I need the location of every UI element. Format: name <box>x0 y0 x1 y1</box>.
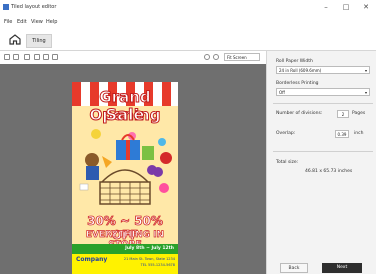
poster-date-bar: July 8th ~ July 12th <box>72 244 178 254</box>
poster-illustration <box>79 129 172 205</box>
window-title: Tiled layout editor <box>11 4 57 10</box>
app-icon <box>3 4 9 10</box>
toolbar: Fit Screen <box>0 51 266 63</box>
menu-file[interactable]: File <box>4 19 12 25</box>
menu-help[interactable]: Help <box>46 19 57 25</box>
poster-address: 21 Main St. Town, State 1234 <box>123 257 175 261</box>
poster-tel: TEL 555-1234-5678 <box>140 263 175 267</box>
menu-edit[interactable]: Edit <box>17 19 27 25</box>
back-button[interactable]: Back <box>280 263 308 273</box>
poster-company: Company <box>76 256 108 263</box>
chevron-down-icon: ▾ <box>364 68 367 73</box>
rotate-icon[interactable] <box>24 54 30 60</box>
flip-icon[interactable] <box>34 54 40 60</box>
divider <box>273 151 373 152</box>
divisions-label: Number of divisions: <box>276 111 323 116</box>
undo-icon[interactable] <box>4 54 10 60</box>
total-size-value: 46.81 x 65.73 inches <box>305 169 353 174</box>
divisions-unit: Pages <box>352 111 366 116</box>
menu-view[interactable]: View <box>31 19 43 25</box>
next-button[interactable]: Next <box>322 263 362 273</box>
minimize-button[interactable]: – <box>318 2 334 12</box>
poster-preview: Grand Opening Sale 30% ~ 50% OFF EVERYTH… <box>72 82 178 274</box>
poster-company-bar: Company 21 Main St. Town, State 1234 TEL… <box>72 254 178 274</box>
divider <box>273 103 373 104</box>
fit-icon[interactable] <box>52 54 58 60</box>
borderless-label: Borderless Printing <box>276 81 319 86</box>
divisions-stepper[interactable]: 2 <box>337 110 349 118</box>
borderless-select[interactable]: Off ▾ <box>276 88 370 96</box>
zoom-out-icon[interactable] <box>204 54 210 60</box>
maximize-button[interactable]: □ <box>338 2 354 12</box>
title-bar: Tiled layout editor – □ ✕ <box>0 0 376 16</box>
close-button[interactable]: ✕ <box>358 2 374 12</box>
borderless-value: Off <box>279 90 285 95</box>
tab-tiling[interactable]: Tiling <box>26 34 52 48</box>
redo-icon[interactable] <box>13 54 19 60</box>
poster-title-line2: Sale <box>105 105 145 125</box>
overlap-label: Overlap: <box>276 131 296 136</box>
overlap-unit: inch <box>354 131 364 136</box>
zoom-in-icon[interactable] <box>213 54 219 60</box>
total-size-label: Total size: <box>276 160 299 165</box>
tab-row: Tiling <box>0 27 376 51</box>
home-icon[interactable] <box>9 34 21 45</box>
roll-width-value: 24 in Roll (609.6mm) <box>279 68 322 73</box>
poster-dates: July 8th ~ July 12th <box>125 246 174 251</box>
menu-bar: File Edit View Help <box>0 16 376 27</box>
chevron-down-icon: ▾ <box>364 90 367 95</box>
crop-icon[interactable] <box>43 54 49 60</box>
preview-canvas[interactable]: Grand Opening Sale 30% ~ 50% OFF EVERYTH… <box>0 64 266 274</box>
overlap-stepper[interactable]: 0.39 <box>335 130 349 138</box>
roll-width-select[interactable]: 24 in Roll (609.6mm) ▾ <box>276 66 370 74</box>
zoom-select[interactable]: Fit Screen <box>224 53 260 61</box>
roll-width-label: Roll Paper Width <box>276 59 313 64</box>
settings-panel: Roll Paper Width 24 in Roll (609.6mm) ▾ … <box>266 51 376 274</box>
